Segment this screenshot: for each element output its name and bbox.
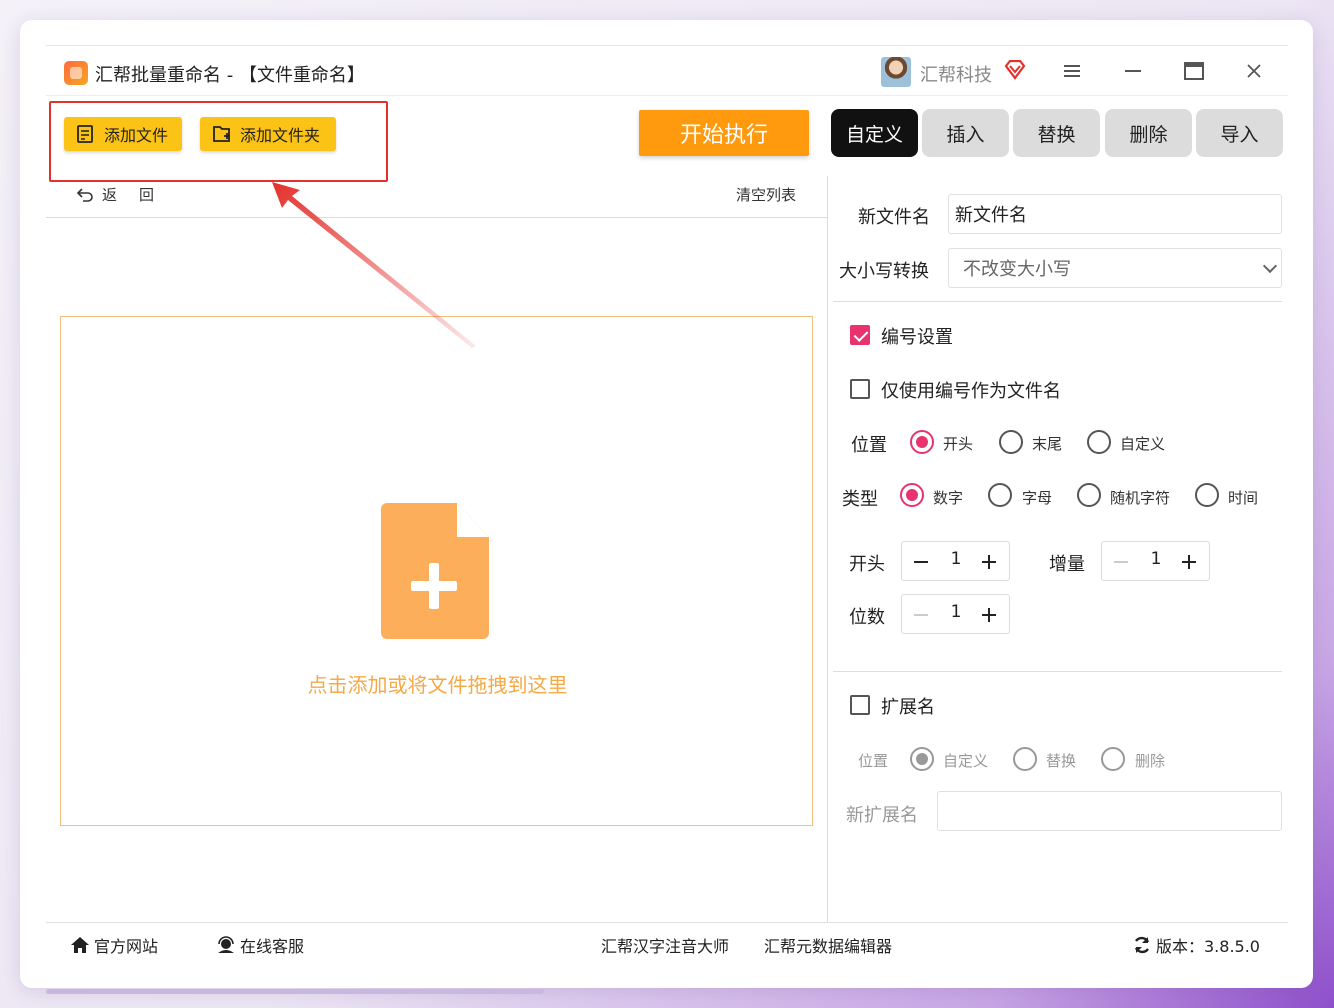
tab-import[interactable]: 导入 [1196, 109, 1283, 157]
ext-custom-label: 自定义 [943, 752, 989, 770]
version-label: 版本：3.8.5.0 [1156, 937, 1260, 956]
divider [833, 301, 1282, 302]
minus-icon[interactable] [1114, 561, 1128, 563]
tab-insert[interactable]: 插入 [922, 109, 1009, 157]
start-number-label: 开头 [849, 554, 885, 575]
plus-icon [988, 555, 990, 569]
highlight-annotation [49, 101, 388, 182]
tab-custom[interactable]: 自定义 [831, 109, 918, 157]
extension-label: 扩展名 [881, 697, 935, 718]
type-random-radio[interactable] [1077, 483, 1101, 507]
numbering-label: 编号设置 [881, 327, 953, 348]
start-number-value: 1 [950, 549, 962, 569]
service-link[interactable]: 在线客服 [216, 933, 304, 957]
increment-stepper[interactable]: 1 [1101, 541, 1210, 581]
ext-delete-radio[interactable] [1101, 747, 1125, 771]
case-select-value: 不改变大小写 [963, 259, 1071, 280]
footer-divider [46, 922, 1288, 923]
annotation-arrow [272, 182, 476, 348]
start-number-stepper[interactable]: 1 [901, 541, 1010, 581]
numbering-checkbox[interactable] [850, 325, 870, 345]
plus-icon [988, 608, 990, 622]
ext-replace-label: 替换 [1046, 752, 1077, 770]
window-title: 汇帮批量重命名 - 【文件重命名】 [95, 65, 365, 86]
tab-delete[interactable]: 删除 [1105, 109, 1192, 157]
type-time-label: 时间 [1228, 489, 1259, 507]
ext-delete-label: 删除 [1135, 752, 1166, 770]
only-number-label: 仅使用编号作为文件名 [881, 381, 1061, 402]
increment-value: 1 [1150, 549, 1162, 569]
drop-hint: 点击添加或将文件拖拽到这里 [307, 673, 568, 697]
headset-icon [218, 936, 234, 953]
digits-stepper[interactable]: 1 [901, 594, 1010, 634]
position-start-radio[interactable] [910, 430, 934, 454]
clear-list-button[interactable]: 清空列表 [736, 184, 796, 205]
type-number-radio[interactable] [900, 483, 924, 507]
case-select[interactable]: 不改变大小写 [948, 248, 1282, 288]
ext-custom-radio[interactable] [910, 747, 934, 771]
new-name-input[interactable]: 新文件名 [948, 194, 1282, 234]
home-icon [71, 937, 89, 953]
minus-icon[interactable] [914, 561, 928, 563]
add-document-icon [381, 503, 489, 639]
title-bar: 汇帮批量重命名 - 【文件重命名】 汇帮科技 [46, 46, 1288, 96]
horizontal-scrollbar[interactable] [46, 989, 544, 994]
panel-divider [827, 176, 828, 922]
ext-replace-radio[interactable] [1013, 747, 1037, 771]
type-letter-radio[interactable] [988, 483, 1012, 507]
service-label: 在线客服 [240, 937, 305, 956]
menu-icon[interactable] [1057, 58, 1087, 84]
minimize-button[interactable] [1118, 58, 1148, 84]
tab-replace[interactable]: 替换 [1013, 109, 1100, 157]
position-start-label: 开头 [943, 435, 974, 453]
undo-icon [76, 187, 93, 202]
type-time-radio[interactable] [1195, 483, 1219, 507]
minus-icon[interactable] [914, 614, 928, 616]
position-end-label: 末尾 [1032, 435, 1063, 453]
pinyin-app-link[interactable]: 汇帮汉字注音大师 [601, 933, 729, 957]
increment-label: 增量 [1049, 554, 1085, 575]
position-custom-radio[interactable] [1087, 430, 1111, 454]
app-window: 汇帮批量重命名 - 【文件重命名】 汇帮科技 添加文件 添加文件夹 开始执行 自… [46, 45, 1288, 963]
new-name-label: 新文件名 [858, 207, 930, 228]
type-random-label: 随机字符 [1110, 489, 1171, 507]
brand-name: 汇帮科技 [920, 65, 992, 86]
chevron-down-icon [1262, 258, 1278, 274]
back-label-2: 回 [139, 186, 155, 204]
extension-checkbox[interactable] [850, 695, 870, 715]
digits-label: 位数 [849, 607, 885, 628]
maximize-button[interactable] [1179, 58, 1209, 84]
metadata-app-link[interactable]: 汇帮元数据编辑器 [764, 933, 892, 957]
ext-position-label: 位置 [858, 752, 889, 770]
refresh-icon [1134, 936, 1150, 954]
website-label: 官方网站 [94, 937, 159, 956]
version-info[interactable]: 版本：3.8.5.0 [1132, 933, 1260, 957]
case-label: 大小写转换 [839, 261, 929, 282]
type-letter-label: 字母 [1022, 489, 1053, 507]
only-number-checkbox[interactable] [850, 379, 870, 399]
app-logo-icon [64, 61, 88, 85]
back-button[interactable]: 返 回 [76, 184, 154, 205]
plus-icon [1188, 555, 1190, 569]
position-label: 位置 [851, 435, 887, 456]
start-button[interactable]: 开始执行 [639, 110, 809, 156]
avatar[interactable] [881, 57, 911, 87]
file-drop-zone[interactable]: 点击添加或将文件拖拽到这里 [60, 316, 813, 826]
new-ext-label: 新扩展名 [846, 805, 918, 826]
vip-diamond-icon[interactable] [1004, 60, 1026, 80]
divider [833, 671, 1282, 672]
close-button[interactable] [1239, 58, 1269, 84]
type-label: 类型 [842, 489, 878, 510]
new-ext-input[interactable] [937, 791, 1282, 831]
position-custom-label: 自定义 [1120, 435, 1166, 453]
type-number-label: 数字 [933, 489, 964, 507]
website-link[interactable]: 官方网站 [70, 933, 158, 957]
position-end-radio[interactable] [999, 430, 1023, 454]
digits-value: 1 [950, 602, 962, 622]
back-label-1: 返 [102, 186, 118, 204]
